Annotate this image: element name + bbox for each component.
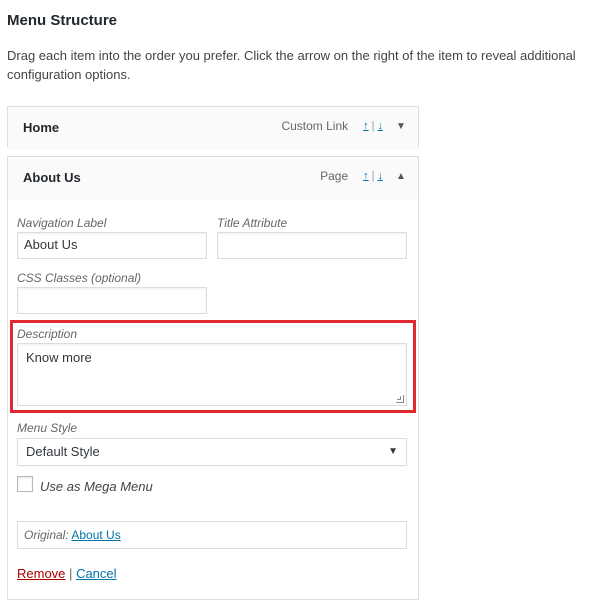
menu-style-selected: Default Style — [26, 444, 100, 459]
description-textarea[interactable]: Know more — [17, 343, 407, 406]
original-box: Original: About Us — [17, 521, 407, 549]
description-label: Description — [17, 327, 78, 341]
menu-item-type: Custom Link — [281, 119, 349, 133]
item-actions: Remove | Cancel — [17, 566, 117, 581]
mega-menu-label: Use as Mega Menu — [40, 479, 153, 494]
menu-item-home[interactable]: Home Custom Link ↑ | ↓ ▼ — [7, 106, 419, 148]
css-classes-label: CSS Classes (optional) — [17, 271, 142, 285]
css-classes-input[interactable] — [17, 287, 207, 314]
menu-style-label: Menu Style — [17, 421, 78, 435]
move-arrows: ↑ | ↓ — [362, 170, 384, 182]
cancel-link[interactable]: Cancel — [76, 566, 116, 581]
description-text: Know more — [26, 350, 92, 365]
menu-item-controls: Custom Link ↑ | ↓ ▼ — [281, 119, 406, 133]
menu-item-title: Home — [23, 120, 60, 135]
actions-separator: | — [69, 566, 73, 581]
original-label: Original: — [24, 528, 69, 542]
menu-item-bar[interactable]: About Us Page ↑ | ↓ ▲ — [8, 157, 418, 198]
move-down-icon[interactable]: ↓ — [377, 170, 385, 182]
menu-item-title: About Us — [23, 170, 81, 185]
move-arrows: ↑ | ↓ — [362, 120, 384, 132]
title-attribute-input[interactable] — [217, 232, 407, 259]
nav-label-label: Navigation Label — [17, 216, 107, 230]
expand-arrow-icon[interactable]: ▼ — [396, 121, 406, 132]
instructions-text: Drag each item into the order you prefer… — [7, 48, 576, 82]
menu-item-type: Page — [320, 169, 349, 183]
title-attribute-label: Title Attribute — [217, 216, 288, 230]
nav-label-input[interactable]: About Us — [17, 232, 207, 259]
move-down-icon[interactable]: ↓ — [377, 120, 385, 132]
move-separator: | — [371, 170, 375, 182]
move-up-icon[interactable]: ↑ — [362, 120, 370, 132]
mega-menu-checkbox[interactable] — [17, 476, 33, 492]
menu-style-select[interactable]: Default Style ▼ — [17, 438, 407, 466]
move-separator: | — [371, 120, 375, 132]
menu-structure-page: Menu Structure Drag each item into the o… — [0, 0, 600, 605]
menu-item-bar[interactable]: Home Custom Link ↑ | ↓ ▼ — [8, 107, 418, 148]
resize-grip-icon[interactable] — [396, 395, 404, 403]
dropdown-arrow-icon: ▼ — [388, 446, 398, 457]
remove-link[interactable]: Remove — [17, 566, 65, 581]
original-link[interactable]: About Us — [71, 528, 120, 542]
move-up-icon[interactable]: ↑ — [362, 170, 370, 182]
menu-item-controls: Page ↑ | ↓ ▲ — [320, 169, 406, 183]
collapse-arrow-icon[interactable]: ▲ — [396, 171, 406, 182]
section-title: Menu Structure — [7, 12, 118, 29]
